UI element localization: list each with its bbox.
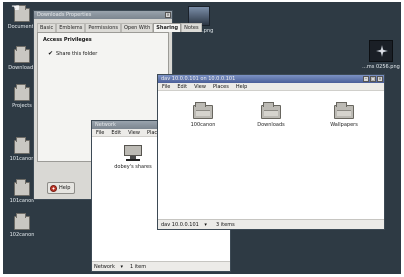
menu-file[interactable]: File bbox=[96, 129, 104, 136]
properties-titlebar[interactable]: Downloads Properties × bbox=[34, 11, 172, 19]
close-button[interactable]: × bbox=[377, 76, 383, 82]
location-selector[interactable]: Network ▾ bbox=[94, 263, 123, 271]
folder-icon bbox=[14, 137, 30, 154]
folder-item-100canon[interactable]: 100canon bbox=[180, 102, 226, 128]
folder-icon bbox=[261, 102, 281, 119]
maximize-button[interactable]: □ bbox=[370, 76, 376, 82]
tab-open-with[interactable]: Open With bbox=[120, 23, 154, 32]
window-title: Network bbox=[95, 122, 116, 128]
menu-help[interactable]: Help bbox=[236, 83, 247, 90]
window-title: dav 10.0.0.101 on 10.0.0.101 bbox=[161, 76, 236, 82]
location-label: Network bbox=[94, 264, 115, 270]
menu-edit[interactable]: Edit bbox=[111, 129, 121, 136]
network-share-item[interactable]: dobey's shares bbox=[110, 145, 156, 170]
tab-basic[interactable]: Basic bbox=[37, 23, 57, 32]
dav-statusbar: dav 10.0.0.101 ▾ 3 items bbox=[158, 219, 384, 229]
folder-label: Downloads bbox=[257, 122, 285, 128]
tab-permissions[interactable]: Permissions bbox=[85, 23, 121, 32]
item-label: dobey's shares bbox=[114, 164, 152, 170]
checkmark-icon[interactable]: ✔ bbox=[48, 51, 53, 57]
desktop: Documents Downloads Projects 101canon 10… bbox=[3, 2, 401, 274]
status-text: 1 item bbox=[130, 264, 147, 270]
tab-notes[interactable]: Notes bbox=[181, 23, 202, 32]
folder-item-downloads[interactable]: Downloads bbox=[248, 102, 294, 128]
folder-icon bbox=[193, 102, 213, 119]
properties-tabs: Basic Emblems Permissions Open With Shar… bbox=[37, 23, 202, 32]
chevron-down-icon: ▾ bbox=[204, 222, 207, 228]
share-folder-label: Share this folder bbox=[56, 51, 98, 57]
section-heading: Access Privileges bbox=[43, 37, 92, 43]
image-thumbnail-icon bbox=[369, 40, 393, 62]
menu-file[interactable]: File bbox=[162, 83, 170, 90]
desktop-icon-label: 102canon bbox=[9, 232, 35, 238]
help-button[interactable]: Help bbox=[47, 182, 75, 194]
tab-sharing[interactable]: Sharing bbox=[153, 23, 182, 32]
desktop-icon-102canon[interactable]: 102canon bbox=[5, 213, 39, 238]
minimize-button[interactable]: – bbox=[363, 76, 369, 82]
folder-icon bbox=[14, 84, 30, 101]
window-title: Downloads Properties bbox=[37, 12, 92, 18]
network-share-icon bbox=[123, 145, 143, 161]
close-button[interactable]: × bbox=[165, 12, 171, 18]
chevron-down-icon: ▾ bbox=[120, 264, 123, 270]
help-icon bbox=[50, 184, 57, 192]
help-label: Help bbox=[59, 185, 71, 191]
status-text: 3 items bbox=[216, 222, 235, 228]
hand-cursor-icon: ☚ bbox=[11, 3, 20, 14]
desktop-icon-label: ...ms 0256.png bbox=[362, 64, 400, 70]
share-folder-row[interactable]: ✔ Share this folder bbox=[43, 51, 163, 58]
dav-titlebar[interactable]: dav 10.0.0.101 on 10.0.0.101 – □ × bbox=[158, 75, 384, 83]
location-selector[interactable]: dav 10.0.0.101 ▾ bbox=[161, 221, 207, 229]
dav-menubar: File Edit View Places Help bbox=[158, 83, 384, 91]
menu-view[interactable]: View bbox=[128, 129, 140, 136]
menu-edit[interactable]: Edit bbox=[177, 83, 187, 90]
folder-item-wallpapers[interactable]: Wallpapers bbox=[321, 102, 367, 128]
folder-icon bbox=[14, 213, 30, 230]
menu-view[interactable]: View bbox=[194, 83, 206, 90]
folder-label: Wallpapers bbox=[330, 122, 358, 128]
network-statusbar: Network ▾ 1 item bbox=[92, 261, 230, 271]
folder-icon bbox=[14, 46, 30, 63]
dav-window: dav 10.0.0.101 on 10.0.0.101 – □ × File … bbox=[157, 74, 385, 230]
desktop-image-thumb-2[interactable]: ...ms 0256.png bbox=[361, 40, 401, 70]
tab-emblems[interactable]: Emblems bbox=[56, 23, 86, 32]
folder-label: 100canon bbox=[190, 122, 216, 128]
folder-icon bbox=[334, 102, 354, 119]
folder-icon bbox=[14, 179, 30, 196]
menu-places[interactable]: Places bbox=[213, 83, 229, 90]
location-label: dav 10.0.0.101 bbox=[161, 222, 199, 228]
